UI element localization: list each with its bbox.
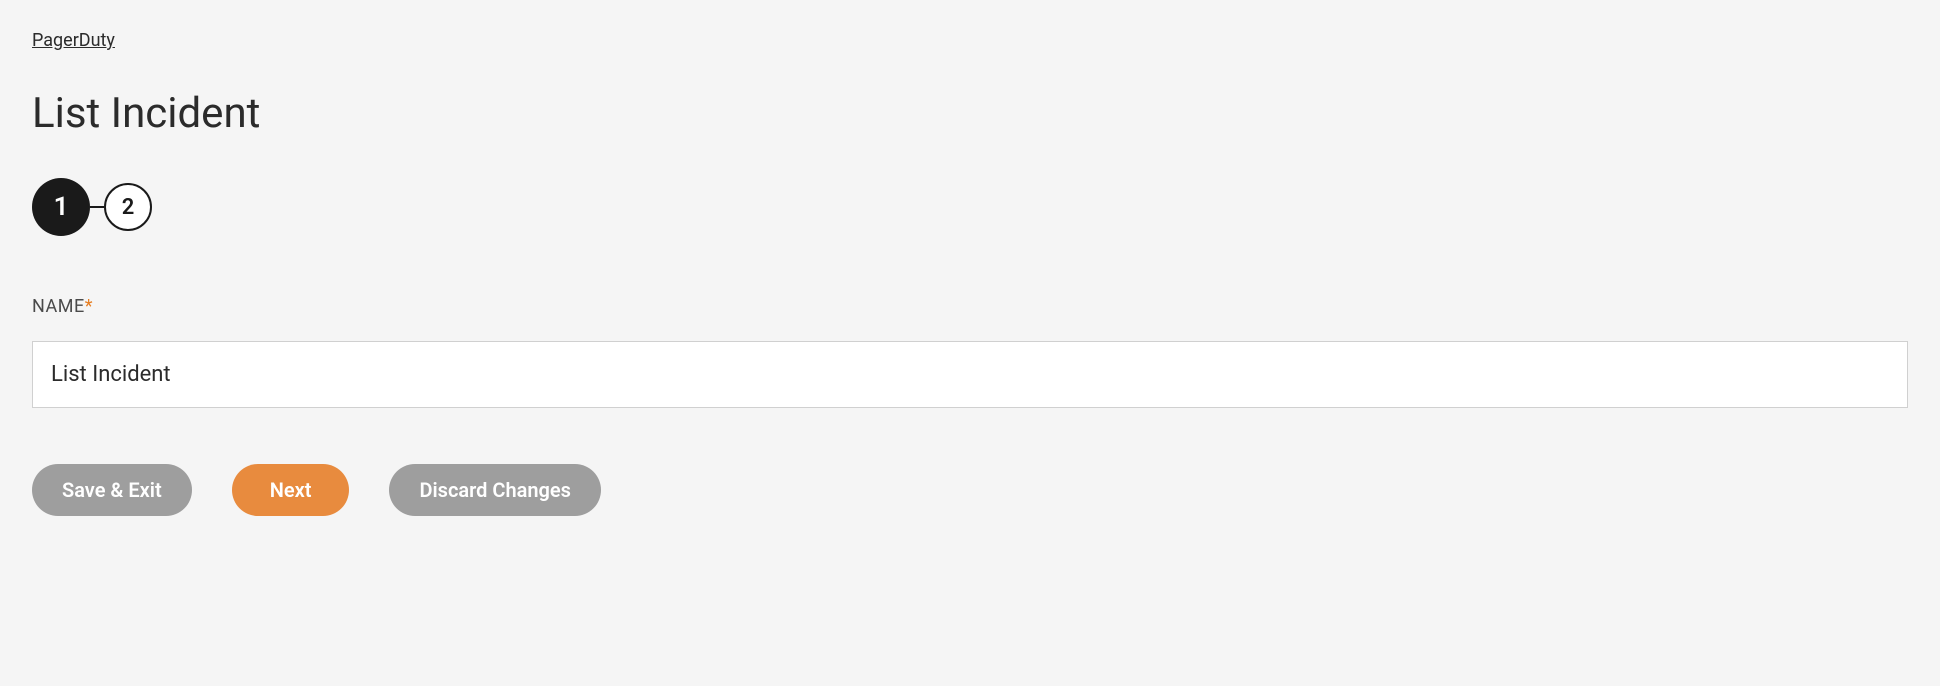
step-1[interactable]: 1 (32, 178, 90, 236)
required-asterisk-icon: * (85, 296, 93, 317)
name-input[interactable] (32, 341, 1908, 408)
page-title: List Incident (32, 89, 1908, 138)
discard-changes-button[interactable]: Discard Changes (389, 464, 601, 516)
name-label-wrapper: NAME* (32, 296, 1908, 341)
form-group-name: NAME* (32, 296, 1908, 408)
step-2[interactable]: 2 (104, 183, 152, 231)
button-row: Save & Exit Next Discard Changes (32, 464, 1908, 516)
name-label: NAME (32, 296, 85, 317)
save-exit-button[interactable]: Save & Exit (32, 464, 192, 516)
breadcrumb-link[interactable]: PagerDuty (32, 30, 115, 51)
next-button[interactable]: Next (232, 464, 350, 516)
stepper: 1 2 (32, 178, 1908, 236)
step-connector (90, 206, 104, 208)
